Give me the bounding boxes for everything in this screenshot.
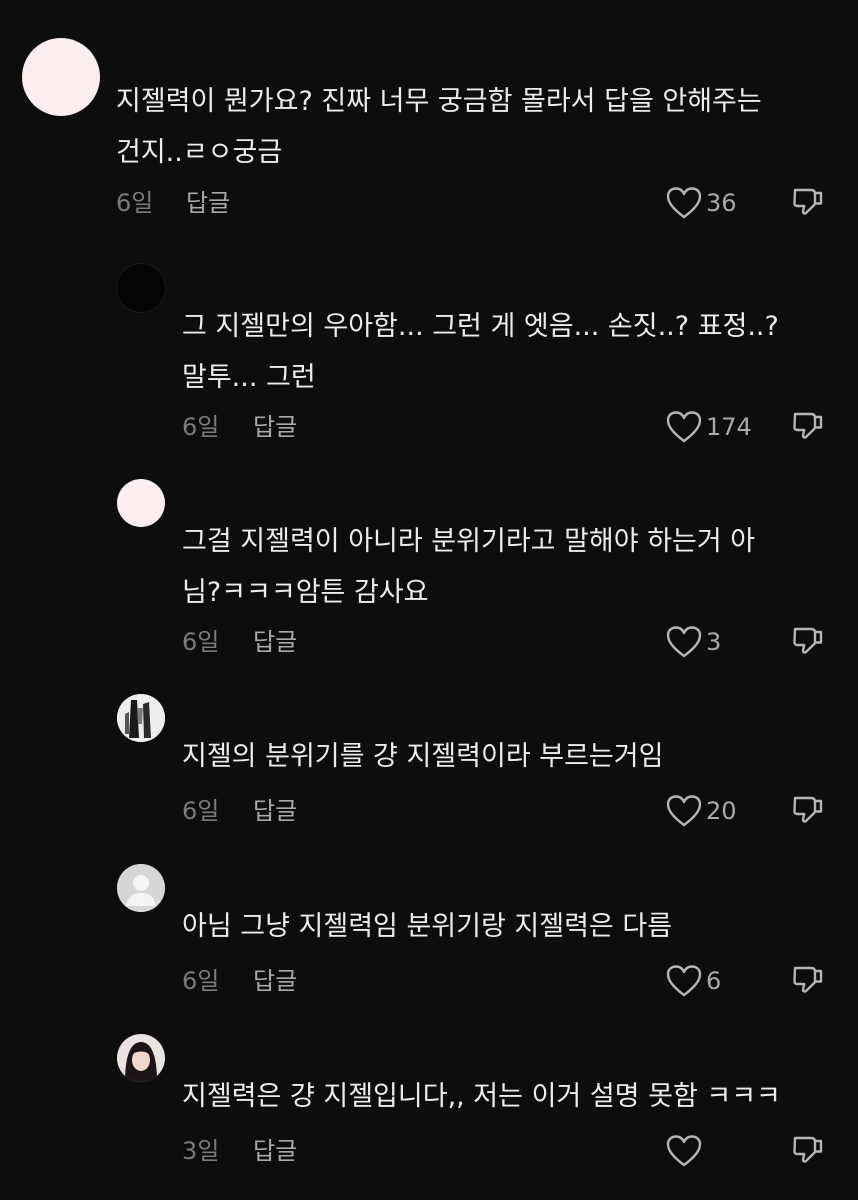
reply-button[interactable]: 답글 xyxy=(253,966,297,996)
like-button[interactable] xyxy=(666,1131,706,1171)
comment-text: 아님 그냥 지젤력임 분위기랑 지젤력은 다름 xyxy=(182,911,673,942)
reply-button[interactable]: 답글 xyxy=(253,1136,297,1166)
comment-age: 6일 xyxy=(182,628,220,656)
avatar[interactable] xyxy=(117,479,165,527)
like-button[interactable]: 6 xyxy=(666,961,721,1001)
avatar[interactable] xyxy=(117,264,165,312)
default-avatar-icon xyxy=(117,864,165,912)
avatar[interactable] xyxy=(117,1034,165,1082)
like-button[interactable]: 174 xyxy=(666,407,752,447)
dislike-button[interactable] xyxy=(791,1133,825,1167)
thumbs-down-icon xyxy=(793,188,823,215)
dislike-button[interactable] xyxy=(791,185,825,219)
comment-text: 지젤력이 뭔가요? 진짜 너무 궁금함 몰라서 답을 안해주는 건지..ㄹㅇ궁금 xyxy=(116,86,762,168)
comment-age: 6일 xyxy=(182,967,220,995)
reply-button[interactable]: 답글 xyxy=(253,627,297,657)
dislike-button[interactable] xyxy=(791,624,825,658)
comment-text: 지젤력은 걍 지젤입니다,, 저는 이거 설명 못함 ㅋㅋㅋ xyxy=(182,1081,781,1112)
dislike-button[interactable] xyxy=(791,963,825,997)
avatar[interactable] xyxy=(117,864,165,912)
comment-age: 6일 xyxy=(182,797,220,825)
like-button[interactable]: 3 xyxy=(666,622,721,662)
heart-icon xyxy=(666,411,702,443)
reply-button[interactable]: 답글 xyxy=(253,796,297,826)
avatar[interactable] xyxy=(117,694,165,742)
heart-icon xyxy=(666,1135,702,1167)
comment-age: 6일 xyxy=(182,413,220,441)
comment-text: 그걸 지젤력이 아니라 분위기라고 말해야 하는거 아 님?ㅋㅋㅋ암튼 감사요 xyxy=(182,526,756,608)
thumbs-down-icon xyxy=(793,796,823,823)
like-count: 20 xyxy=(706,797,737,825)
heart-icon xyxy=(666,187,702,219)
like-count: 36 xyxy=(706,189,737,217)
reply-button[interactable]: 답글 xyxy=(253,412,297,442)
comment-text: 그 지젤만의 우아함... 그런 게 엣음... 손짓..? 표정..? 말투.… xyxy=(182,311,779,393)
like-count: 174 xyxy=(706,413,752,441)
avatar-photo xyxy=(117,694,165,742)
reply-button[interactable]: 답글 xyxy=(186,188,230,218)
thumbs-down-icon xyxy=(793,412,823,439)
dislike-button[interactable] xyxy=(791,793,825,827)
like-button[interactable]: 20 xyxy=(666,791,737,831)
thumbs-down-icon xyxy=(793,966,823,993)
comment-age: 3일 xyxy=(182,1137,220,1165)
heart-icon xyxy=(666,965,702,997)
comment-age: 6일 xyxy=(116,189,154,217)
avatar-photo xyxy=(117,1034,165,1082)
like-count: 3 xyxy=(706,628,722,656)
heart-icon xyxy=(666,795,702,827)
comment-text: 지젤의 분위기를 걍 지젤력이라 부르는거임 xyxy=(182,741,664,772)
avatar[interactable] xyxy=(22,38,100,116)
like-count: 6 xyxy=(706,967,722,995)
heart-icon xyxy=(666,626,702,658)
thumbs-down-icon xyxy=(793,627,823,654)
dislike-button[interactable] xyxy=(791,409,825,443)
like-button[interactable]: 36 xyxy=(666,183,737,223)
thumbs-down-icon xyxy=(793,1136,823,1163)
